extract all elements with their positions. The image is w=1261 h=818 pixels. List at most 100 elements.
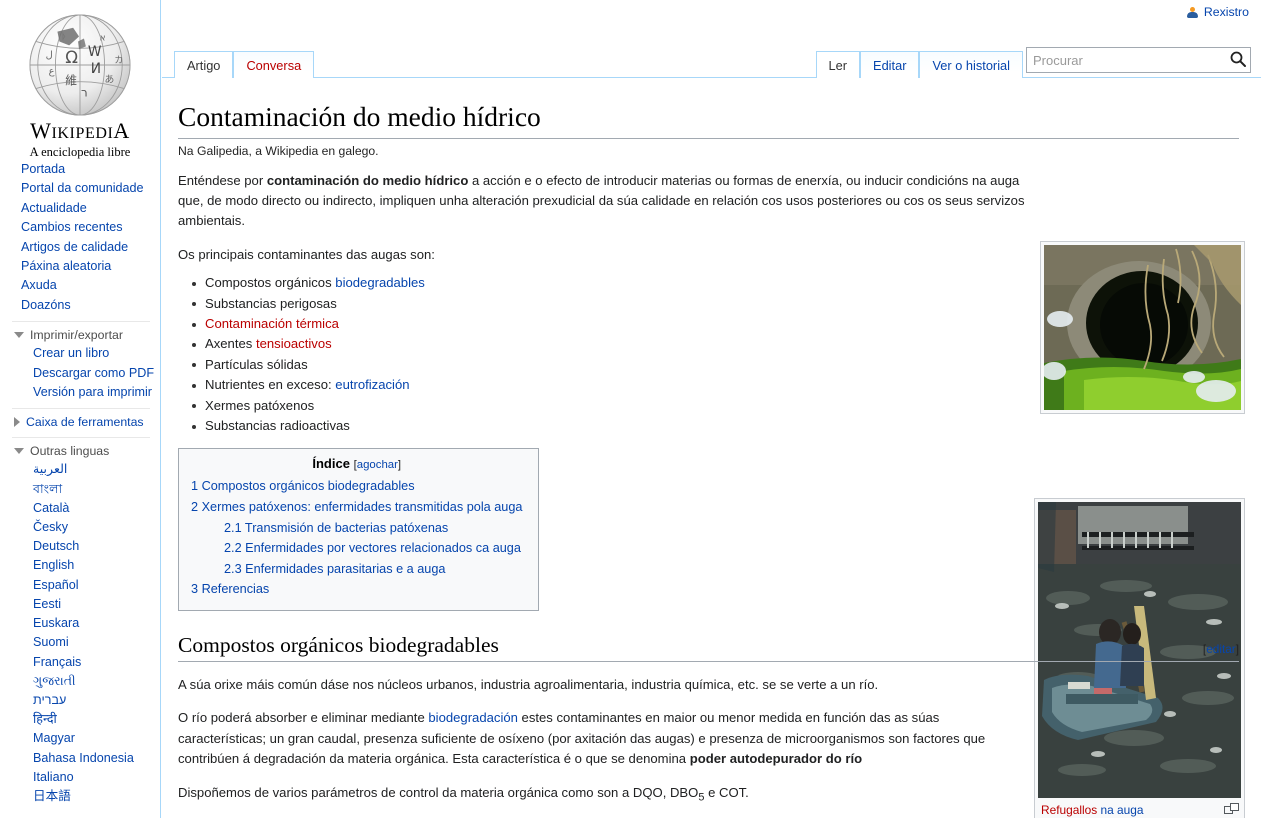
contaminant-link-0[interactable]: biodegradables bbox=[335, 275, 425, 290]
toc-link-2.3[interactable]: 2.3 Enfermidades parasitarias e a auga bbox=[191, 562, 445, 576]
list-item: Páxina aleatoria bbox=[0, 257, 160, 276]
language-item-11[interactable]: ગુજરાતી bbox=[0, 672, 160, 691]
svg-text:あ: あ bbox=[105, 74, 115, 86]
svg-text:維: 維 bbox=[65, 74, 77, 88]
list-item: Compostos orgánicos biodegradables bbox=[192, 273, 1026, 293]
sidebar-nav-list: Portada Portal da comunidade Actualidade Ca… bbox=[0, 160, 160, 315]
list-item: Euskara bbox=[0, 614, 160, 633]
language-item-14[interactable]: Magyar bbox=[0, 729, 160, 748]
language-item-8[interactable]: Euskara bbox=[0, 614, 160, 633]
toc-title-label: Índice bbox=[312, 456, 350, 472]
language-item-1[interactable]: বাংলা bbox=[0, 480, 160, 499]
toc-toggle[interactable]: [agochar] bbox=[354, 459, 402, 471]
sidebar-item-5[interactable]: Páxina aleatoria bbox=[0, 257, 160, 276]
sidebar-item-4[interactable]: Artigos de calidade bbox=[0, 238, 160, 257]
svg-text:カ: カ bbox=[114, 55, 123, 66]
view-tabs: Ler Editar Ver o historial bbox=[815, 45, 1023, 79]
drainage-pipe-photo[interactable] bbox=[1040, 241, 1245, 414]
toc-link-1[interactable]: 1 Compostos orgánicos biodegradables bbox=[191, 479, 415, 493]
list-item: Artigos de calidade bbox=[0, 238, 160, 257]
tab-editar[interactable]: Editar bbox=[860, 51, 920, 79]
language-item-15[interactable]: Bahasa Indonesia bbox=[0, 749, 160, 768]
languages-heading[interactable]: Outras linguas bbox=[0, 440, 160, 460]
wikipedia-globe-logo[interactable]: Ω W И 維 ר ل ع あ א ᚦ カ bbox=[21, 12, 139, 118]
caption-redlink[interactable]: Refugallos bbox=[1041, 803, 1097, 817]
list-item: Versión para imprimir bbox=[0, 383, 160, 402]
tab-conversa[interactable]: Conversa bbox=[233, 51, 315, 79]
enlarge-icon[interactable] bbox=[1224, 803, 1239, 814]
contaminant-link-2[interactable]: Contaminación térmica bbox=[205, 316, 339, 331]
contaminant-text-6: Xermes patóxenos bbox=[205, 397, 315, 413]
section-1-paragraph-3: Dispoñemos de varios parámetros de contr… bbox=[178, 783, 1026, 807]
list-item: Crear un libro bbox=[0, 344, 160, 363]
contaminant-text-0: Compostos orgánicos bbox=[205, 275, 336, 291]
chevron-right-icon bbox=[14, 417, 20, 428]
toc-link-3[interactable]: 3 Referencias bbox=[191, 582, 269, 596]
list-item: Suomi bbox=[0, 633, 160, 652]
sidebar-item-0[interactable]: Portada bbox=[0, 160, 160, 179]
section-1-edit[interactable]: [editar] bbox=[1203, 642, 1239, 656]
toolbox-heading[interactable]: Caixa de ferramentas bbox=[0, 411, 160, 431]
sidebar-item-2[interactable]: Actualidade bbox=[0, 199, 160, 218]
tab-ver-o-historial[interactable]: Ver o historial bbox=[919, 51, 1023, 79]
toc-link-2.2[interactable]: 2.2 Enfermidades por vectores relacionad… bbox=[191, 541, 521, 555]
print-export-item-1[interactable]: Descargar como PDF bbox=[0, 364, 160, 383]
list-item: 日本語 bbox=[0, 787, 160, 806]
language-item-5[interactable]: English bbox=[0, 556, 160, 575]
section-heading-1: Compostos orgánicos biodegradables [edit… bbox=[178, 633, 1239, 663]
print-export-item-0[interactable]: Crear un libro bbox=[0, 344, 160, 363]
language-item-13[interactable]: हिन्दी bbox=[0, 710, 160, 729]
languages-list: العربية বাংলা Català Česky Deutsch English Esp… bbox=[0, 460, 160, 806]
sidebar-item-6[interactable]: Axuda bbox=[0, 276, 160, 295]
language-item-7[interactable]: Eesti bbox=[0, 595, 160, 614]
toc-item: 1 Compostos orgánicos biodegradables bbox=[191, 477, 522, 497]
print-export-item-2[interactable]: Versión para imprimir bbox=[0, 383, 160, 402]
list-item: हिन्दी bbox=[0, 710, 160, 729]
search-button[interactable] bbox=[1227, 49, 1249, 71]
list-item: Nutrientes en exceso: eutrofización bbox=[192, 375, 1026, 395]
list-intro-paragraph: Os principais contaminantes das augas so… bbox=[178, 246, 435, 262]
svg-text:ل: ل bbox=[46, 50, 53, 61]
edit-link[interactable]: editar bbox=[1206, 642, 1236, 656]
caption-bluelink[interactable]: na auga bbox=[1097, 803, 1143, 817]
list-item: Portada bbox=[0, 160, 160, 179]
language-item-0[interactable]: العربية bbox=[0, 460, 160, 479]
list-item: Česky bbox=[0, 518, 160, 537]
language-item-2[interactable]: Català bbox=[0, 499, 160, 518]
tab-ler[interactable]: Ler bbox=[815, 51, 861, 79]
language-item-3[interactable]: Česky bbox=[0, 518, 160, 537]
contaminant-text-7: Substancias radioactivas bbox=[205, 418, 350, 434]
print-export-heading[interactable]: Imprimir/exportar bbox=[0, 324, 160, 344]
language-item-6[interactable]: Español bbox=[0, 576, 160, 595]
sidebar-item-1[interactable]: Portal da comunidade bbox=[0, 179, 160, 198]
language-item-9[interactable]: Suomi bbox=[0, 633, 160, 652]
list-item: Portal da comunidade bbox=[0, 179, 160, 198]
contaminant-link-5[interactable]: eutrofización bbox=[335, 377, 409, 392]
list-item: العربية bbox=[0, 460, 160, 479]
toc-link-2[interactable]: 2 Xermes patóxenos: enfermidades transmi… bbox=[191, 500, 522, 514]
language-item-10[interactable]: Français bbox=[0, 653, 160, 672]
toc-toggle-link[interactable]: agochar bbox=[357, 459, 398, 471]
sidebar-divider-1 bbox=[12, 321, 150, 323]
contaminant-link-3[interactable]: tensioactivos bbox=[256, 336, 332, 351]
language-item-4[interactable]: Deutsch bbox=[0, 537, 160, 556]
page-title: Contaminación do medio hídrico bbox=[178, 100, 1239, 139]
list-item: Substancias radioactivas bbox=[192, 416, 1026, 436]
biodegradacion-link[interactable]: biodegradación bbox=[428, 710, 518, 725]
list-item: Español bbox=[0, 576, 160, 595]
sidebar-navigation-portlet: Portada Portal da comunidade Actualidade Ca… bbox=[0, 160, 160, 315]
language-item-12[interactable]: עברית bbox=[0, 691, 160, 710]
table-of-contents: Índice [agochar] 1 Compostos orgánicos b… bbox=[178, 448, 540, 612]
language-item-16[interactable]: Italiano bbox=[0, 768, 160, 787]
tab-artigo[interactable]: Artigo bbox=[174, 51, 234, 79]
sidebar-item-3[interactable]: Cambios recentes bbox=[0, 218, 160, 237]
sidebar-item-7[interactable]: Doazóns bbox=[0, 296, 160, 315]
wikipedia-logo-area[interactable]: Ω W И 維 ר ل ع あ א ᚦ カ WIKIPEDIA A encicl… bbox=[0, 0, 160, 160]
section-1-label: Compostos orgánicos biodegradables bbox=[178, 633, 499, 658]
language-item-17[interactable]: 日本語 bbox=[0, 787, 160, 806]
section-1-paragraph-1: A súa orixe máis común dáse nos núcleos … bbox=[178, 677, 879, 693]
chevron-down-icon bbox=[14, 332, 24, 339]
toc-link-2.1[interactable]: 2.1 Transmisión de bacterias patóxenas bbox=[191, 521, 448, 535]
search-input[interactable] bbox=[1026, 47, 1251, 73]
register-link[interactable]: Rexistro bbox=[1204, 5, 1249, 19]
